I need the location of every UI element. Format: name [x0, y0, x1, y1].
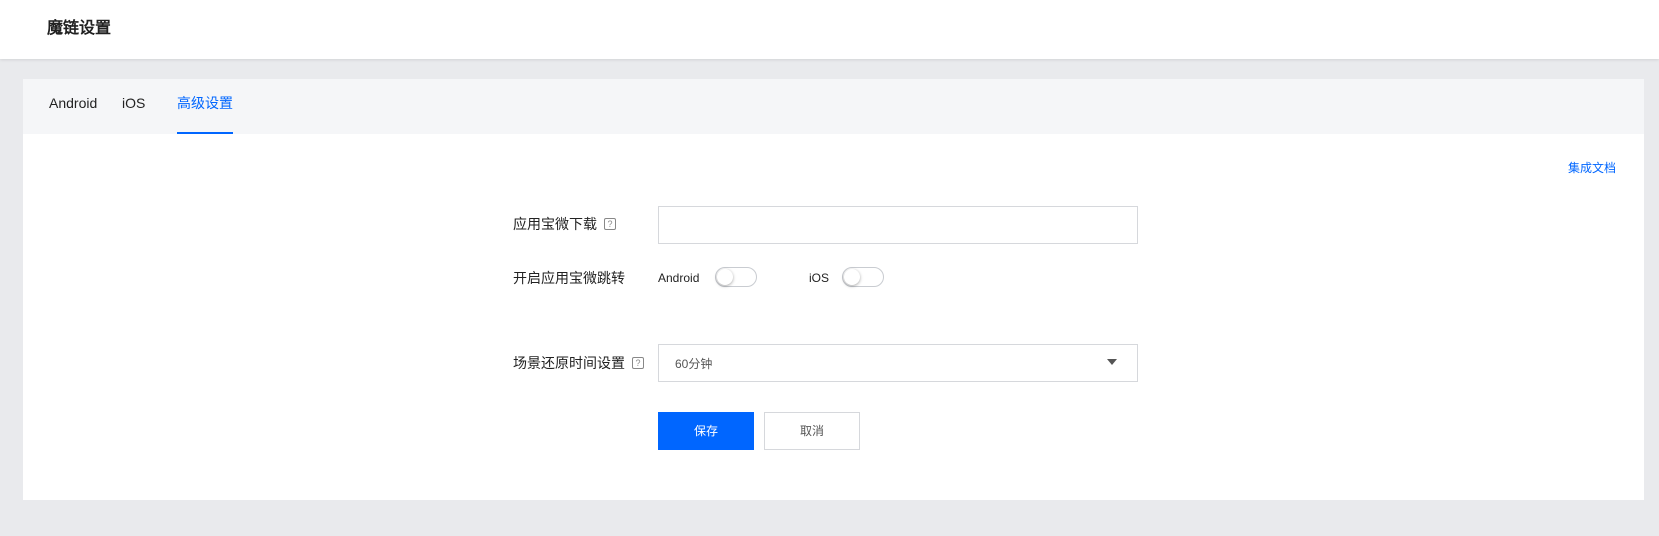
tab-android[interactable]: Android — [49, 79, 97, 134]
download-label: 应用宝微下载 — [513, 216, 597, 232]
chevron-down-icon — [1107, 359, 1117, 365]
save-button[interactable]: 保存 — [658, 412, 754, 450]
toggle-knob — [844, 269, 860, 285]
restore-time-value: 60分钟 — [675, 357, 713, 371]
toggle-knob — [717, 269, 733, 285]
download-url-input[interactable] — [658, 206, 1138, 244]
integration-docs-link[interactable]: 集成文档 — [1568, 160, 1616, 176]
restore-label-row: 场景还原时间设置? — [513, 353, 644, 373]
question-icon[interactable]: ? — [604, 218, 616, 231]
restore-label: 场景还原时间设置 — [513, 355, 625, 371]
restore-time-select[interactable]: 60分钟 — [658, 344, 1138, 382]
tab-bar: Android iOS 高级设置 — [23, 79, 1644, 134]
ios-redirect-toggle[interactable] — [842, 267, 884, 287]
android-redirect-toggle[interactable] — [715, 267, 757, 287]
download-label-row: 应用宝微下载? — [513, 214, 616, 234]
ios-switch-label: iOS — [809, 271, 830, 285]
question-icon[interactable]: ? — [632, 357, 644, 370]
tab-ios[interactable]: iOS — [122, 79, 145, 134]
android-switch-label: Android — [658, 271, 700, 285]
cancel-button[interactable]: 取消 — [764, 412, 860, 450]
tab-advanced-settings[interactable]: 高级设置 — [177, 79, 233, 134]
settings-panel: Android iOS 高级设置 集成文档 应用宝微下载? 开启应用宝微跳转 A… — [23, 79, 1644, 500]
redirect-label: 开启应用宝微跳转 — [513, 270, 625, 286]
page-title: 魔链设置 — [47, 20, 112, 37]
top-header: 魔链设置 — [0, 0, 1659, 59]
